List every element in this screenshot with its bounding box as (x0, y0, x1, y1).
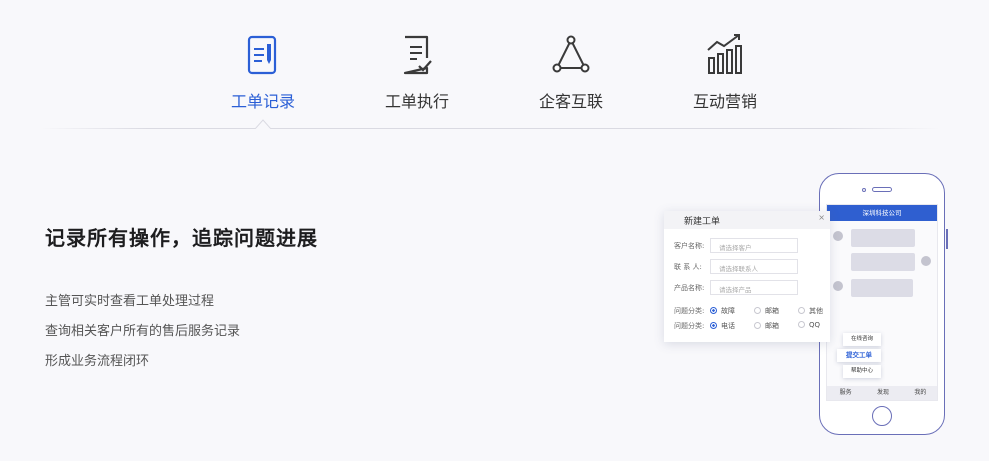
form-title: 新建工单 (684, 217, 721, 227)
radio-label: 邮箱 (765, 322, 779, 330)
radio-label: 电话 (721, 322, 735, 330)
tab-label: 企客互联 (538, 92, 603, 111)
feature-item: 主管可实时查看工单处理过程 (45, 294, 215, 309)
radio-dot (710, 307, 717, 314)
radio-label: 故障 (721, 307, 735, 315)
close-icon[interactable]: × (818, 213, 825, 222)
bar-growth-icon (707, 34, 742, 74)
feature-list: 主管可实时查看工单处理过程 查询相关客户所有的售后服务记录 形成业务流程闭环 (45, 287, 525, 377)
radio-email[interactable]: 邮箱 (754, 306, 779, 316)
avatar (833, 281, 843, 291)
menu-item-online-consult[interactable]: 在线咨询 (843, 333, 881, 346)
radio-label: QQ (809, 321, 821, 329)
radio-dot (798, 307, 805, 314)
radio-dot (754, 307, 761, 314)
phone-speaker (872, 187, 892, 192)
radio-dot (710, 322, 717, 329)
phone-screen-header: 深圳科技公司 (827, 205, 937, 221)
tab-work-order-execution[interactable]: 工单执行 (362, 30, 472, 112)
nav-item-service[interactable]: 服务 (827, 386, 864, 400)
radio-label: 其他 (809, 307, 823, 315)
phone-mockup: 深圳科技公司 在线咨询 提交工单 帮助中心 服务 发现 我的 (816, 173, 948, 435)
feature-tabs: 工单记录 工单执行 企客互联 互动营销 (0, 0, 989, 130)
contact-select[interactable]: 请选择联系人 (710, 259, 798, 274)
radio-email[interactable]: 邮箱 (754, 321, 779, 331)
radio-label: 邮箱 (765, 307, 779, 315)
chat-bubble (851, 253, 915, 271)
service-menu: 在线咨询 提交工单 帮助中心 (837, 333, 881, 381)
field-label: 联 系 人: (674, 263, 702, 271)
nav-item-mine[interactable]: 我的 (902, 386, 937, 400)
phone-bottom-nav: 服务 发现 我的 (827, 386, 937, 400)
chat-bubble (851, 279, 913, 297)
chat-bubble (851, 229, 915, 247)
phone-screen: 深圳科技公司 在线咨询 提交工单 帮助中心 服务 发现 我的 (826, 204, 938, 401)
contact-channel-row: 问题分类: 电话 邮箱 QQ (674, 321, 824, 333)
radio-fault[interactable]: 故障 (710, 306, 735, 316)
field-label: 产品名称: (674, 284, 705, 292)
phone-side-button (946, 229, 948, 249)
menu-item-submit-ticket[interactable]: 提交工单 (837, 349, 881, 362)
menu-item-help-center[interactable]: 帮助中心 (843, 365, 881, 378)
feature-item: 查询相关客户所有的售后服务记录 (45, 324, 241, 339)
customer-select[interactable]: 请选择客户 (710, 238, 798, 253)
new-work-order-form: 新建工单 × 客户名称: 请选择客户 联 系 人: 请选择联系人 产品名称: 请… (664, 211, 830, 342)
radio-dot (754, 322, 761, 329)
nav-item-discover[interactable]: 发现 (864, 386, 901, 400)
radio-qq[interactable]: QQ (798, 321, 820, 329)
issue-type-row: 问题分类: 故障 邮箱 其他 (674, 306, 824, 318)
phone-camera (862, 188, 866, 192)
tab-work-order-record[interactable]: 工单记录 (208, 30, 318, 112)
radio-other[interactable]: 其他 (798, 306, 823, 316)
feature-description: 记录所有操作，追踪问题进展 主管可实时查看工单处理过程 查询相关客户所有的售后服… (45, 222, 525, 377)
product-select[interactable]: 请选择产品 (710, 280, 798, 295)
document-edit-icon (247, 35, 277, 75)
field-label: 问题分类: (674, 322, 705, 330)
tab-interactive-marketing[interactable]: 互动营销 (670, 30, 780, 112)
tab-enterprise-connect[interactable]: 企客互联 (516, 30, 626, 112)
radio-dot (798, 321, 805, 328)
active-tab-pointer (255, 119, 271, 129)
tab-divider (40, 128, 940, 129)
tab-label: 互动营销 (692, 92, 757, 111)
tab-label: 工单执行 (384, 92, 449, 111)
radio-phone[interactable]: 电话 (710, 321, 735, 331)
field-label: 客户名称: (674, 242, 705, 250)
avatar (921, 256, 931, 266)
feature-headline: 记录所有操作，追踪问题进展 (45, 226, 318, 250)
form-header: 新建工单 × (664, 211, 830, 229)
field-label: 问题分类: (674, 307, 705, 315)
feature-item: 形成业务流程闭环 (45, 354, 150, 369)
tab-label: 工单记录 (230, 92, 295, 111)
checklist-icon (403, 35, 432, 75)
avatar (833, 231, 843, 241)
network-triangle-icon (552, 35, 590, 73)
phone-home-button[interactable] (872, 406, 892, 426)
